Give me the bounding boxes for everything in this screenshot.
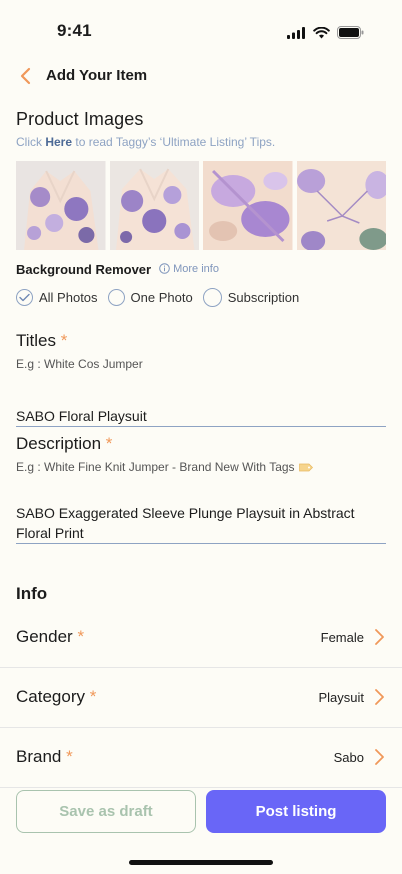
post-listing-button[interactable]: Post listing xyxy=(206,790,386,833)
radio-checked-icon xyxy=(16,289,33,306)
header: Add Your Item xyxy=(0,62,402,90)
background-remover: Background Remover More info xyxy=(16,262,219,277)
cellular-signal-icon xyxy=(287,26,305,39)
product-image[interactable] xyxy=(16,161,106,250)
titles-input[interactable]: SABO Floral Playsuit xyxy=(16,406,386,427)
battery-icon xyxy=(337,26,364,39)
page-title: Add Your Item xyxy=(46,67,148,84)
status-time: 9:41 xyxy=(57,21,92,40)
save-draft-button[interactable]: Save as draft xyxy=(16,790,196,833)
product-image[interactable] xyxy=(296,161,386,250)
chevron-right-icon xyxy=(375,689,384,705)
description-hint-text: E.g : White Fine Knit Jumper - Brand New… xyxy=(16,460,295,474)
category-label: Category xyxy=(16,687,85,706)
titles-hint: E.g : White Cos Jumper xyxy=(16,357,143,371)
required-marker: * xyxy=(60,331,68,350)
titles-label-text: Titles xyxy=(16,331,56,350)
brand-label: Brand xyxy=(16,747,62,766)
listing-tips-line: Click Here to read Taggy’s ‘Ultimate Lis… xyxy=(16,135,275,149)
radio-unchecked-icon xyxy=(202,288,222,307)
info-row-label: Gender * xyxy=(16,627,84,647)
back-button[interactable] xyxy=(14,64,36,88)
required-marker: * xyxy=(77,627,85,646)
description-hint: E.g : White Fine Knit Jumper - Brand New… xyxy=(16,460,313,474)
info-title: Info xyxy=(16,584,48,603)
required-marker: * xyxy=(66,747,73,766)
chevron-right-icon xyxy=(375,629,384,645)
info-row-label: Brand * xyxy=(16,747,73,767)
required-marker: * xyxy=(105,434,113,453)
radio-label: All Photos xyxy=(39,290,98,305)
gender-label: Gender xyxy=(16,627,73,646)
product-image-graphic xyxy=(109,161,199,250)
product-image-graphic xyxy=(16,161,106,250)
required-marker: * xyxy=(89,687,97,706)
info-icon xyxy=(159,263,170,274)
radio-label: Subscription xyxy=(227,290,300,305)
wifi-icon xyxy=(313,26,330,38)
tips-link[interactable]: Here xyxy=(45,135,72,149)
description-label-text: Description xyxy=(16,434,102,453)
status-icons xyxy=(287,26,364,39)
category-value: Playsuit xyxy=(318,690,364,705)
product-image-graphic xyxy=(203,161,293,250)
product-images-title: Product Images xyxy=(16,109,144,129)
info-row-label: Category * xyxy=(16,687,96,707)
tag-icon xyxy=(298,463,313,471)
product-image[interactable] xyxy=(109,161,199,250)
footer-divider xyxy=(0,787,402,788)
radio-subscription[interactable]: Subscription xyxy=(202,288,300,307)
brand-value: Sabo xyxy=(333,750,364,765)
radio-one-photo[interactable]: One Photo xyxy=(107,289,193,306)
description-label: Description * xyxy=(16,434,112,454)
chevron-right-icon xyxy=(375,749,384,765)
product-image-graphic xyxy=(296,161,386,250)
radio-unchecked-icon xyxy=(107,289,125,306)
titles-label: Titles * xyxy=(16,331,67,351)
gender-value: Female xyxy=(320,630,364,645)
home-indicator xyxy=(129,860,273,865)
info-row-category[interactable]: Category * Playsuit xyxy=(0,668,402,728)
info-row-brand[interactable]: Brand * Sabo xyxy=(0,728,402,788)
more-info-label: More info xyxy=(173,262,219,275)
product-image[interactable] xyxy=(203,161,293,250)
product-images-row xyxy=(16,161,386,250)
tip-suffix: to read Taggy’s ‘Ultimate Listing’ Tips. xyxy=(72,135,276,149)
radio-all-photos[interactable]: All Photos xyxy=(16,289,98,306)
info-row-gender[interactable]: Gender * Female xyxy=(0,608,402,668)
description-input[interactable]: SABO Exaggerated Sleeve Plunge Playsuit … xyxy=(16,503,386,544)
more-info-link[interactable]: More info xyxy=(159,263,219,275)
background-remover-options: All Photos One Photo Subscription xyxy=(16,288,299,307)
background-remover-label: Background Remover xyxy=(16,262,152,277)
radio-label: One Photo xyxy=(130,290,193,305)
chevron-left-icon xyxy=(20,67,31,85)
tip-prefix: Click xyxy=(16,135,46,149)
status-bar: 9:41 xyxy=(0,0,402,56)
